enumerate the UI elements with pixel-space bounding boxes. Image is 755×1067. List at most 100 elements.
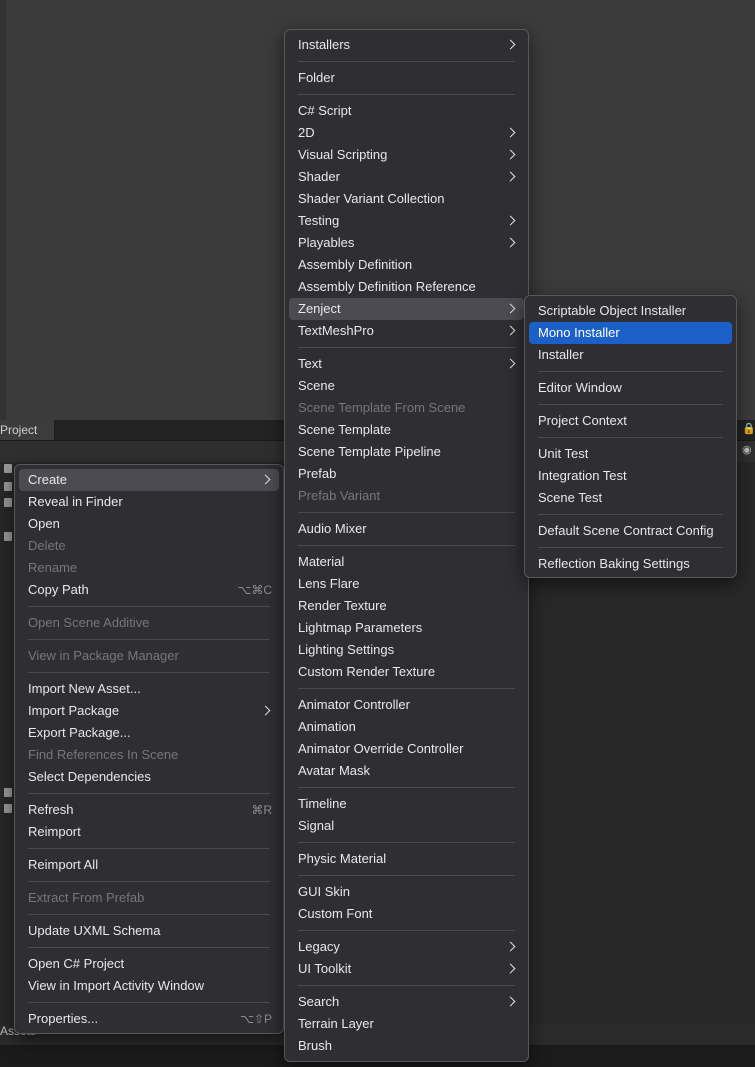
menu-item-label: Reveal in Finder	[28, 494, 123, 509]
context-item-copy-path[interactable]: Copy Path ⌥⌘C	[19, 579, 279, 601]
context-item-reimport[interactable]: Reimport	[19, 821, 279, 843]
create-item-text[interactable]: Text	[289, 353, 524, 375]
menu-item-label: Lightmap Parameters	[298, 620, 423, 635]
create-item-installers[interactable]: Installers	[289, 34, 524, 56]
create-item-brush[interactable]: Brush	[289, 1035, 524, 1057]
create-item-search[interactable]: Search	[289, 991, 524, 1013]
zenject-item-installer[interactable]: Installer	[529, 344, 732, 366]
zenject-item-scene-test[interactable]: Scene Test	[529, 487, 732, 509]
create-item-prefab[interactable]: Prefab	[289, 463, 524, 485]
folder-icon[interactable]	[4, 482, 12, 491]
create-item-scene-template-from-scene: Scene Template From Scene	[289, 397, 524, 419]
zenject-item-reflection-baking-settings[interactable]: Reflection Baking Settings	[529, 553, 732, 575]
create-item-render-texture[interactable]: Render Texture	[289, 595, 524, 617]
create-item-audio-mixer[interactable]: Audio Mixer	[289, 518, 524, 540]
context-item-view-in-import-activity-window[interactable]: View in Import Activity Window	[19, 975, 279, 997]
context-item-export-package[interactable]: Export Package...	[19, 722, 279, 744]
create-item-material[interactable]: Material	[289, 551, 524, 573]
create-item-animator-override-controller[interactable]: Animator Override Controller	[289, 738, 524, 760]
create-item-animation[interactable]: Animation	[289, 716, 524, 738]
project-tree	[0, 462, 12, 1022]
menu-item-label: Shader Variant Collection	[298, 191, 445, 206]
context-item-import-new-asset[interactable]: Import New Asset...	[19, 678, 279, 700]
menu-separator	[538, 437, 723, 438]
zenject-item-editor-window[interactable]: Editor Window	[529, 377, 732, 399]
create-item-c-script[interactable]: C# Script	[289, 100, 524, 122]
create-item-folder[interactable]: Folder	[289, 67, 524, 89]
menu-item-label: Timeline	[298, 796, 347, 811]
zenject-item-integration-test[interactable]: Integration Test	[529, 465, 732, 487]
create-item-testing[interactable]: Testing	[289, 210, 524, 232]
zenject-item-project-context[interactable]: Project Context	[529, 410, 732, 432]
folder-icon[interactable]	[4, 804, 12, 813]
create-item-signal[interactable]: Signal	[289, 815, 524, 837]
context-item-update-uxml-schema[interactable]: Update UXML Schema	[19, 920, 279, 942]
menu-item-label: Shader	[298, 169, 340, 184]
menu-item-label: Terrain Layer	[298, 1016, 374, 1031]
create-item-scene-template[interactable]: Scene Template	[289, 419, 524, 441]
create-item-assembly-definition-reference[interactable]: Assembly Definition Reference	[289, 276, 524, 298]
create-item-lens-flare[interactable]: Lens Flare	[289, 573, 524, 595]
create-item-assembly-definition[interactable]: Assembly Definition	[289, 254, 524, 276]
create-item-terrain-layer[interactable]: Terrain Layer	[289, 1013, 524, 1035]
create-item-visual-scripting[interactable]: Visual Scripting	[289, 144, 524, 166]
create-item-2d[interactable]: 2D	[289, 122, 524, 144]
create-item-ui-toolkit[interactable]: UI Toolkit	[289, 958, 524, 980]
menu-item-label: Import Package	[28, 703, 120, 718]
context-item-refresh[interactable]: Refresh ⌘R	[19, 799, 279, 821]
create-item-avatar-mask[interactable]: Avatar Mask	[289, 760, 524, 782]
create-item-lighting-settings[interactable]: Lighting Settings	[289, 639, 524, 661]
context-item-properties[interactable]: Properties... ⌥⇧P	[19, 1008, 279, 1030]
create-item-textmeshpro[interactable]: TextMeshPro	[289, 320, 524, 342]
create-item-custom-font[interactable]: Custom Font	[289, 903, 524, 925]
folder-icon[interactable]	[4, 532, 12, 541]
create-item-zenject[interactable]: Zenject	[289, 298, 524, 320]
menu-item-label: Animation	[298, 719, 356, 734]
context-item-open-c-project[interactable]: Open C# Project	[19, 953, 279, 975]
create-item-physic-material[interactable]: Physic Material	[289, 848, 524, 870]
create-item-scene[interactable]: Scene	[289, 375, 524, 397]
menu-item-label: Zenject	[298, 301, 341, 316]
menu-item-label: Brush	[298, 1038, 332, 1053]
create-item-playables[interactable]: Playables	[289, 232, 524, 254]
create-item-prefab-variant: Prefab Variant	[289, 485, 524, 507]
create-item-legacy[interactable]: Legacy	[289, 936, 524, 958]
assets-context-menu: Create Reveal in Finder Open Delete Rename Co…	[14, 464, 284, 1034]
zenject-item-scriptable-object-installer[interactable]: Scriptable Object Installer	[529, 300, 732, 322]
zenject-item-default-scene-contract-config[interactable]: Default Scene Contract Config	[529, 520, 732, 542]
create-item-shader[interactable]: Shader	[289, 166, 524, 188]
shortcut-label: ⌥⇧P	[240, 1012, 272, 1026]
context-item-reimport-all[interactable]: Reimport All	[19, 854, 279, 876]
chevron-right-icon	[505, 996, 516, 1007]
create-item-custom-render-texture[interactable]: Custom Render Texture	[289, 661, 524, 683]
context-item-reveal-in-finder[interactable]: Reveal in Finder	[19, 491, 279, 513]
create-item-gui-skin[interactable]: GUI Skin	[289, 881, 524, 903]
create-item-shader-variant-collection[interactable]: Shader Variant Collection	[289, 188, 524, 210]
chevron-right-icon	[260, 705, 271, 716]
chevron-right-icon	[505, 325, 516, 336]
chevron-right-icon	[505, 171, 516, 182]
create-item-timeline[interactable]: Timeline	[289, 793, 524, 815]
create-item-lightmap-parameters[interactable]: Lightmap Parameters	[289, 617, 524, 639]
menu-item-label: Open Scene Additive	[28, 615, 150, 630]
folder-icon[interactable]	[4, 498, 12, 507]
menu-item-label: Animator Controller	[298, 697, 410, 712]
project-tab[interactable]: Project	[0, 420, 55, 440]
folder-icon[interactable]	[4, 788, 12, 797]
lock-icon[interactable]: 🔒	[742, 422, 755, 435]
context-item-import-package[interactable]: Import Package	[19, 700, 279, 722]
folder-icon[interactable]	[4, 464, 12, 473]
menu-item-label: Create	[28, 472, 68, 487]
context-item-create[interactable]: Create	[19, 469, 279, 491]
menu-item-label: Folder	[298, 70, 335, 85]
eye-slash-icon[interactable]: ◉	[742, 443, 755, 456]
context-item-select-dependencies[interactable]: Select Dependencies	[19, 766, 279, 788]
zenject-item-unit-test[interactable]: Unit Test	[529, 443, 732, 465]
menu-item-label: Reimport	[28, 824, 81, 839]
create-item-scene-template-pipeline[interactable]: Scene Template Pipeline	[289, 441, 524, 463]
menu-item-label: Prefab Variant	[298, 488, 381, 503]
menu-separator	[298, 787, 515, 788]
create-item-animator-controller[interactable]: Animator Controller	[289, 694, 524, 716]
context-item-open[interactable]: Open	[19, 513, 279, 535]
zenject-item-mono-installer[interactable]: Mono Installer	[529, 322, 732, 344]
